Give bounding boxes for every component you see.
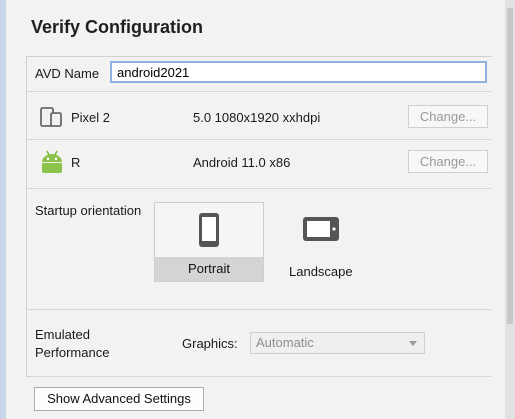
device-phone-tablet-icon — [40, 107, 62, 127]
divider — [27, 309, 491, 310]
divider — [27, 91, 491, 92]
graphics-label: Graphics: — [182, 336, 238, 351]
vertical-scrollbar[interactable] — [505, 0, 515, 419]
system-image-spec: Android 11.0 x86 — [193, 155, 291, 170]
android-icon — [42, 150, 62, 173]
system-image-name: R — [71, 155, 81, 170]
landscape-label: Landscape — [289, 264, 353, 279]
portrait-phone-icon — [199, 213, 219, 247]
graphics-select-value: Automatic — [256, 335, 314, 350]
portrait-label: Portrait — [155, 257, 263, 281]
avd-name-label: AVD Name — [35, 66, 100, 81]
page-title: Verify Configuration — [31, 17, 204, 37]
change-system-image-button[interactable]: Change... — [408, 150, 488, 173]
divider — [27, 376, 491, 377]
device-name: Pixel 2 — [71, 110, 111, 125]
change-device-button[interactable]: Change... — [408, 105, 488, 128]
divider — [27, 188, 491, 189]
left-edge — [0, 0, 6, 419]
emulated-performance-label-line2: Performance — [35, 345, 110, 360]
landscape-phone-icon — [303, 217, 339, 241]
scrollbar-thumb[interactable] — [507, 8, 513, 324]
chevron-down-icon — [409, 341, 417, 346]
show-advanced-settings-button[interactable]: Show Advanced Settings — [34, 387, 204, 411]
device-spec: 5.0 1080x1920 xxhdpi — [193, 110, 321, 125]
emulated-performance-label-line1: Emulated — [35, 327, 90, 342]
startup-orientation-label: Startup orientation — [35, 203, 142, 218]
divider — [27, 139, 491, 140]
avd-name-input[interactable] — [110, 61, 487, 83]
graphics-select[interactable]: Automatic — [250, 332, 425, 354]
